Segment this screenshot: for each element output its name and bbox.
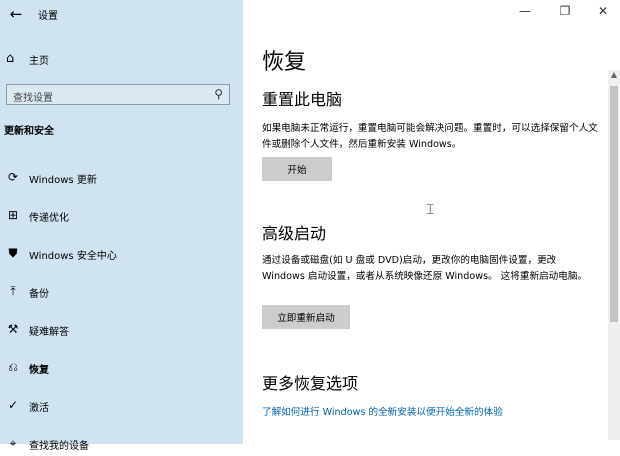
reset-description: 如果电脑未正常运行，重置电脑可能会解决问题。重置时，可以选择保留个人文件或删除个… <box>262 123 598 150</box>
scroll-up-icon[interactable]: ▲ <box>608 70 620 82</box>
sidebar-item-find-device[interactable]: ⌖ 查找我的设备 <box>0 432 243 456</box>
sidebar-item-home[interactable]: ⌂ 主页 <box>0 48 243 70</box>
fresh-install-link[interactable]: 了解如何进行 Windows 的全新安装以便开始全新的体验 <box>262 404 503 418</box>
sidebar-item-label: 传递优化 <box>29 213 69 224</box>
maximize-button[interactable]: ❐ <box>555 4 575 18</box>
checkmark-circle-icon: ✓ <box>7 398 19 412</box>
sidebar-item-windows-update[interactable]: ⟳ Windows 更新 <box>0 166 243 190</box>
find-device-icon: ⌖ <box>9 436 17 450</box>
more-options-heading: 更多恢复选项 <box>262 374 359 393</box>
sidebar-item-recovery[interactable]: ⎌ 恢复 <box>0 356 243 380</box>
search-placeholder: 查找设置 <box>13 93 53 104</box>
minimize-button[interactable]: — <box>515 4 535 18</box>
recovery-icon: ⎌ <box>8 360 18 374</box>
main-content: — ❐ ✕ 恢复 重置此电脑 如果电脑未正常运行，重置电脑可能会解决问题。重置时… <box>243 0 620 444</box>
refresh-icon: ⟳ <box>7 170 19 184</box>
scrollbar[interactable]: ▲ <box>608 70 620 440</box>
search-input[interactable]: 查找设置 ⚲ <box>6 84 230 105</box>
sidebar-item-label: 备份 <box>29 289 49 300</box>
home-icon: ⌂ <box>6 51 15 66</box>
sidebar-item-troubleshoot[interactable]: ⚒ 疑难解答 <box>0 318 243 342</box>
restart-now-button[interactable]: 立即重新启动 <box>262 305 350 329</box>
back-arrow-icon[interactable]: ← <box>6 4 26 24</box>
sidebar-item-label: 疑难解答 <box>29 327 69 338</box>
sidebar-item-delivery-optimization[interactable]: ⊞ 传递优化 <box>0 204 243 228</box>
advanced-startup-heading: 高级启动 <box>262 224 327 243</box>
sidebar-item-backup[interactable]: ⤒ 备份 <box>0 280 243 304</box>
app-title: 设置 <box>38 11 58 22</box>
delivery-optimization-icon: ⊞ <box>7 208 19 222</box>
search-icon: ⚲ <box>214 87 223 101</box>
page-title: 恢复 <box>262 50 307 75</box>
home-label: 主页 <box>29 56 49 67</box>
sidebar-item-label: 恢复 <box>29 365 49 376</box>
sidebar-item-label: Windows 更新 <box>29 175 97 186</box>
sidebar: ← 设置 ⌂ 主页 查找设置 ⚲ 更新和安全 ⟳ Windows 更新 ⊞ 传递… <box>0 0 243 452</box>
section-title: 更新和安全 <box>4 126 54 137</box>
close-button[interactable]: ✕ <box>593 4 613 18</box>
sidebar-item-label: 查找我的设备 <box>29 441 89 452</box>
shield-icon: ⛊ <box>8 246 18 260</box>
backup-icon: ⤒ <box>10 284 16 298</box>
sidebar-item-activation[interactable]: ✓ 激活 <box>0 394 243 418</box>
mouse-cursor-icon: ⌶ <box>426 202 435 218</box>
sidebar-item-label: Windows 安全中心 <box>29 251 117 262</box>
scrollbar-thumb[interactable] <box>610 86 618 322</box>
start-reset-button[interactable]: 开始 <box>262 157 332 181</box>
advanced-startup-description: 通过设备或磁盘(如 U 盘或 DVD)启动，更改你的电脑固件设置，更改 Wind… <box>262 255 588 282</box>
reset-heading: 重置此电脑 <box>262 90 343 109</box>
wrench-icon: ⚒ <box>7 322 19 336</box>
sidebar-item-security-center[interactable]: ⛊ Windows 安全中心 <box>0 242 243 266</box>
sidebar-item-label: 激活 <box>29 403 49 414</box>
